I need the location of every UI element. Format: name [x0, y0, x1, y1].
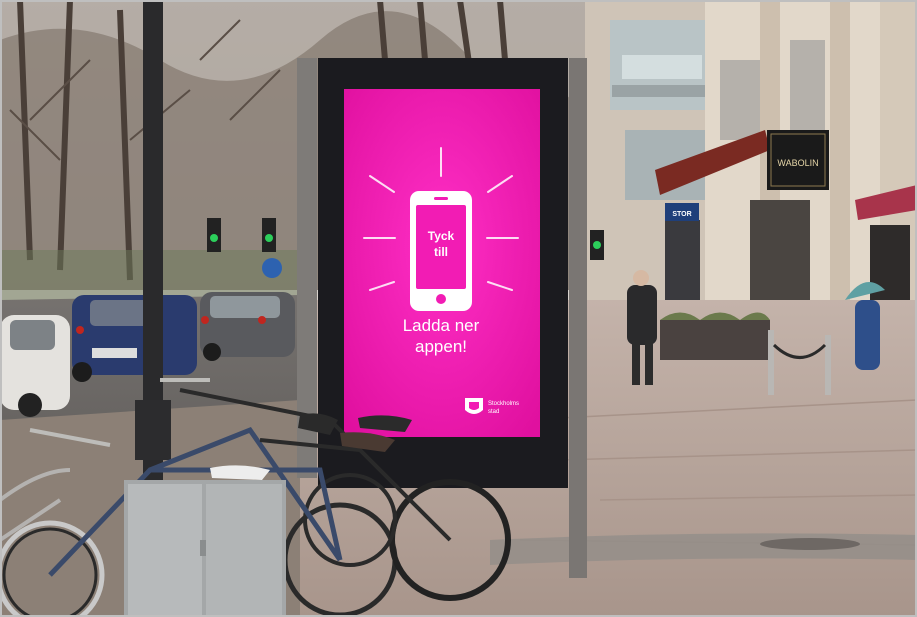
- billboard-message-line1: Ladda ner: [403, 316, 480, 335]
- shop-sign: WABOLIN: [767, 130, 829, 190]
- photo-canvas: Tyck till Ladda ner appen! Stockholms st…: [0, 0, 917, 617]
- logo-text-line2: stad: [488, 409, 499, 415]
- billboard-message-line2: appen!: [415, 337, 467, 356]
- street-photo: Tyck till Ladda ner appen! Stockholms st…: [0, 0, 917, 617]
- phone-label-line1: Tyck: [428, 229, 455, 243]
- logo-text-line1: Stockholms: [488, 401, 519, 407]
- blue-sign-text: STOR: [672, 211, 691, 218]
- utility-box: [124, 480, 286, 617]
- shop-sign-text: WABOLIN: [777, 158, 818, 168]
- phone-label-line2: till: [434, 245, 448, 259]
